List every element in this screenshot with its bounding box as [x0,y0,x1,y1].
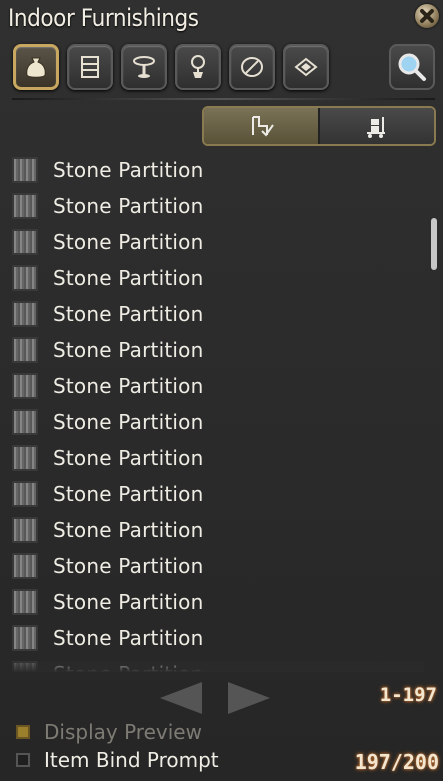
list-item[interactable]: Stone Partition [12,332,424,368]
page-range: 1-197 [379,684,437,706]
list-item[interactable]: Stone Partition [12,224,424,260]
stone-partition-icon [12,625,38,651]
storeroom-cart-icon [367,117,385,138]
magnifier-icon [398,53,426,81]
item-label: Stone Partition [53,194,204,218]
list-item[interactable]: Stone Partition [12,404,424,440]
furnishings-list: Stone Partition Stone Partition Stone Pa… [12,152,424,672]
list-scrollbar[interactable] [431,218,437,270]
indoor-furnishings-window: Indoor Furnishings Stone Partition Stone… [0,0,443,781]
list-item[interactable]: Stone Partition [12,548,424,584]
item-label: Stone Partition [53,554,204,578]
category-tab-tables[interactable] [121,44,167,90]
item-label: Stone Partition [53,374,204,398]
item-label: Stone Partition [53,662,203,672]
view-toggle [202,106,436,146]
stone-partition-icon [12,481,38,507]
stone-partition-icon [12,445,38,471]
item-label: Stone Partition [53,158,204,182]
placed-items-toggle[interactable] [204,108,320,144]
stone-partition-icon [12,337,38,363]
rug-icon [294,57,318,77]
display-preview-checkbox[interactable] [16,725,30,739]
item-label: Stone Partition [53,266,204,290]
stone-partition-icon [12,409,38,435]
display-preview-option[interactable]: Display Preview [16,720,202,744]
category-tab-rugs[interactable] [283,44,329,90]
item-label: Stone Partition [53,338,204,362]
cabinet-icon [81,56,99,78]
list-item[interactable]: Stone Partition [12,476,424,512]
item-bind-prompt-label: Item Bind Prompt [44,748,219,772]
stone-partition-icon [12,661,38,672]
close-icon[interactable] [415,4,439,28]
stone-partition-icon [12,229,38,255]
table-icon [133,56,155,78]
storeroom-toggle[interactable] [320,108,434,144]
wall-decor-icon [241,57,263,77]
category-tab-storage[interactable] [67,44,113,90]
item-label: Stone Partition [53,230,204,254]
next-page-arrow-icon[interactable] [228,682,270,714]
list-item[interactable]: Stone Partition [12,188,424,224]
search-button[interactable] [389,44,435,90]
window-title: Indoor Furnishings [8,4,199,32]
list-item[interactable]: Stone Partition [12,512,424,548]
category-tab-wall-mounted[interactable] [229,44,275,90]
stone-partition-icon [12,157,38,183]
stone-partition-icon [12,193,38,219]
list-item[interactable]: Stone Partition [12,656,424,672]
item-bind-prompt-checkbox[interactable] [16,753,30,767]
potted-plant-icon [191,55,205,78]
list-item[interactable]: Stone Partition [12,440,424,476]
header-divider [12,98,435,100]
item-label: Stone Partition [53,518,204,542]
list-item[interactable]: Stone Partition [12,620,424,656]
item-count: 197/200 [354,750,439,774]
category-tabs [13,44,329,90]
stone-partition-icon [12,301,38,327]
display-preview-label: Display Preview [44,720,202,744]
item-label: Stone Partition [53,482,204,506]
item-label: Stone Partition [53,626,204,650]
item-label: Stone Partition [53,410,204,434]
item-label: Stone Partition [53,446,204,470]
stone-partition-icon [12,265,38,291]
category-tab-general[interactable] [13,44,59,90]
item-bind-prompt-option[interactable]: Item Bind Prompt [16,748,219,772]
stone-partition-icon [12,553,38,579]
list-item[interactable]: Stone Partition [12,296,424,332]
list-item[interactable]: Stone Partition [12,584,424,620]
stone-partition-icon [12,589,38,615]
sack-icon [26,57,46,78]
item-label: Stone Partition [53,590,204,614]
list-item[interactable]: Stone Partition [12,368,424,404]
item-label: Stone Partition [53,302,204,326]
placed-furniture-icon [252,116,274,137]
list-item[interactable]: Stone Partition [12,152,424,188]
category-tab-tabletop[interactable] [175,44,221,90]
previous-page-arrow-icon[interactable] [160,682,202,714]
list-item[interactable]: Stone Partition [12,260,424,296]
stone-partition-icon [12,373,38,399]
stone-partition-icon [12,517,38,543]
